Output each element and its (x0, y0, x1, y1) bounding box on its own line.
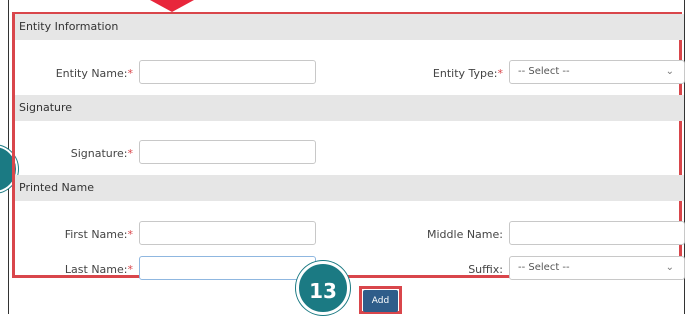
entity-type-select[interactable]: -- Select -- ⌄ (509, 60, 685, 84)
required-asterisk: * (497, 67, 504, 80)
signature-label: Signature:* (70, 147, 134, 160)
chevron-down-icon: ⌄ (665, 262, 674, 273)
first-name-input[interactable] (139, 221, 316, 245)
section-header-printed-name: Printed Name (15, 175, 684, 201)
section-title: Printed Name (19, 181, 95, 194)
required-asterisk: * (127, 228, 134, 241)
first-name-label: First Name:* (64, 228, 134, 241)
entity-name-input[interactable] (139, 60, 316, 84)
section-header-signature: Signature (15, 95, 684, 121)
required-asterisk: * (127, 67, 134, 80)
callout-arrow (150, 0, 194, 12)
selected-value: -- Select -- (518, 66, 570, 77)
required-asterisk: * (127, 147, 134, 160)
step-number-badge: 13 (296, 261, 350, 315)
last-name-input[interactable] (139, 256, 316, 280)
section-title: Entity Information (19, 20, 119, 33)
last-name-label: Last Name:* (64, 263, 134, 276)
chevron-down-icon: ⌄ (665, 66, 674, 77)
section-title: Signature (19, 101, 73, 114)
section-header-entity-information: Entity Information (15, 14, 684, 40)
middle-name-label: Middle Name: (427, 228, 503, 241)
suffix-select[interactable]: -- Select -- ⌄ (509, 256, 685, 280)
middle-name-input[interactable] (509, 221, 685, 245)
signature-input[interactable] (139, 140, 316, 164)
suffix-label: Suffix: (468, 263, 503, 276)
required-asterisk: * (127, 263, 134, 276)
entity-name-label: Entity Name:* (55, 67, 134, 80)
selected-value: -- Select -- (518, 262, 570, 273)
entity-type-label: Entity Type:* (432, 67, 504, 80)
add-button[interactable]: Add (363, 290, 398, 312)
